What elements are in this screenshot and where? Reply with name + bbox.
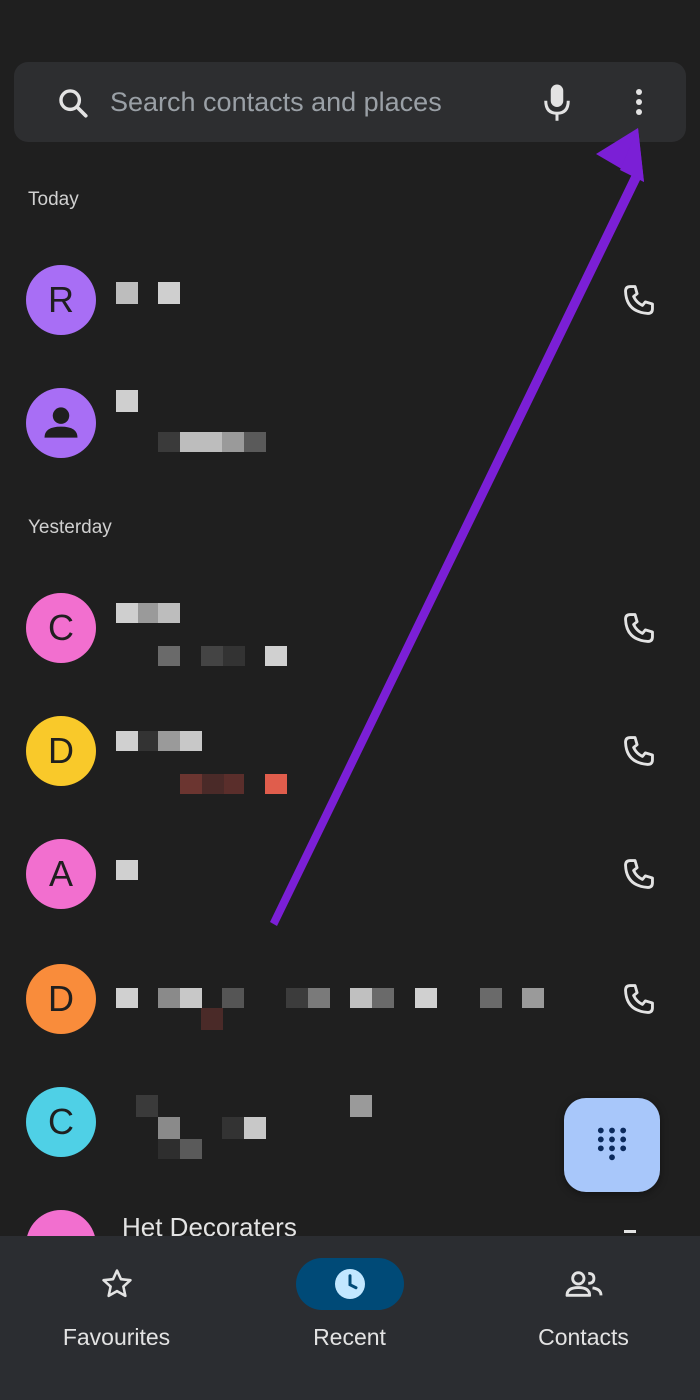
dialpad-button[interactable] (564, 1098, 660, 1192)
people-icon (565, 1271, 602, 1297)
avatar: A (26, 839, 96, 909)
avatar: R (26, 265, 96, 335)
avatar (26, 1210, 96, 1236)
contact-name: Het Decoraters (122, 1212, 297, 1236)
star-icon (101, 1269, 132, 1298)
nav-recent-label: Recent (313, 1324, 386, 1350)
star-icon-wrap (63, 1258, 171, 1310)
search-bar[interactable]: Search contacts and places (14, 62, 686, 142)
phone-icon[interactable] (620, 855, 658, 893)
call-log-row[interactable] (0, 368, 700, 478)
phone-icon[interactable] (624, 1230, 636, 1233)
section-header-yesterday: Yesterday (28, 517, 112, 538)
dialpad-icon (597, 1127, 627, 1161)
phone-icon[interactable] (620, 980, 658, 1018)
phone-icon[interactable] (620, 281, 658, 319)
avatar: D (26, 964, 96, 1034)
nav-contacts-label: Contacts (538, 1324, 629, 1350)
search-icon[interactable] (56, 86, 90, 120)
clock-icon (334, 1269, 365, 1299)
avatar: C (26, 1087, 96, 1157)
avatar: D (26, 716, 96, 786)
more-vert-icon[interactable] (626, 82, 652, 122)
people-icon-wrap (530, 1258, 638, 1310)
call-log-row[interactable]: C (0, 573, 700, 683)
search-input[interactable]: Search contacts and places (110, 84, 442, 120)
clock-icon-wrap (295, 1258, 404, 1310)
phone-icon[interactable] (620, 732, 658, 770)
section-header-today: Today (28, 189, 79, 210)
bottom-navigation: Favourites Recent Contacts (0, 1236, 700, 1400)
call-log-row[interactable]: A (0, 819, 700, 929)
avatar: C (26, 593, 96, 663)
call-log-row[interactable]: R (0, 245, 700, 355)
nav-contacts[interactable]: Contacts (467, 1236, 700, 1400)
call-log-row[interactable]: D (0, 942, 700, 1052)
nav-favourites-label: Favourites (62, 1324, 171, 1350)
avatar (26, 388, 96, 458)
nav-recent[interactable]: Recent (233, 1236, 466, 1400)
phone-icon[interactable] (620, 609, 658, 647)
mic-icon[interactable] (542, 82, 572, 122)
person-icon (44, 407, 78, 438)
call-log-row[interactable]: Het Decoraters (0, 1188, 700, 1236)
nav-favourites[interactable]: Favourites (0, 1236, 233, 1400)
call-log-row[interactable]: D (0, 696, 700, 806)
